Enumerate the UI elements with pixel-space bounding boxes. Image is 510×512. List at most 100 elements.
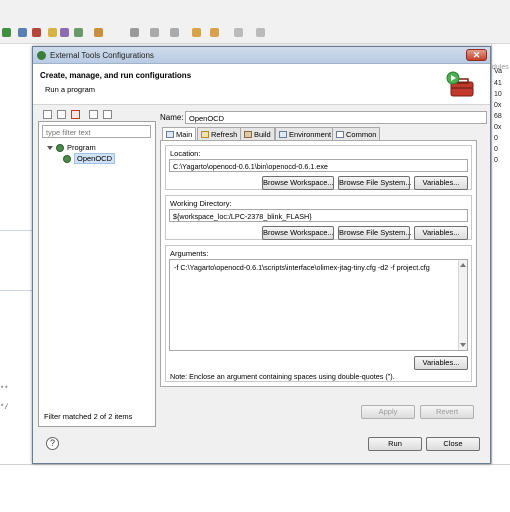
nav-icon[interactable]: [170, 28, 179, 37]
name-input[interactable]: OpenOCD: [185, 111, 487, 124]
divider: [0, 230, 33, 231]
tree-label: Program: [67, 143, 96, 152]
location-variables-button[interactable]: Variables...: [414, 176, 468, 190]
tab-main[interactable]: Main: [162, 127, 197, 141]
run-button[interactable]: Run: [368, 437, 422, 451]
run-icon[interactable]: [2, 28, 11, 37]
pen-icon[interactable]: [94, 28, 103, 37]
tree-label: OpenOCD: [74, 153, 116, 164]
location-label: Location:: [170, 149, 201, 158]
filter-status: Filter matched 2 of 2 items: [44, 412, 133, 421]
tree-item-openocd[interactable]: OpenOCD: [63, 153, 116, 164]
tab-label: Common: [346, 130, 377, 139]
nav-icon[interactable]: [256, 28, 265, 37]
arguments-text: -f C:\Yagarto\openocd-0.6.1\scripts\inte…: [174, 263, 430, 272]
location-input[interactable]: C:\Yagarto\openocd-0.6.1\bin\openocd-0.6…: [169, 159, 468, 172]
tab-common[interactable]: Common: [332, 127, 381, 140]
nav-icon[interactable]: [130, 28, 139, 37]
build-icon: [244, 131, 252, 138]
location-group: Location: C:\Yagarto\openocd-0.6.1\bin\o…: [165, 145, 472, 190]
banner-subtitle: Run a program: [45, 85, 96, 94]
tab-build[interactable]: Build: [240, 127, 275, 140]
nav-icon[interactable]: [234, 28, 243, 37]
main-tab-content: Location: C:\Yagarto\openocd-0.6.1\bin\o…: [160, 140, 477, 387]
apply-button[interactable]: Apply: [361, 405, 415, 419]
table-cell: 0x: [494, 102, 502, 109]
forward-arrow-icon[interactable]: [210, 28, 219, 37]
delete-icon[interactable]: [71, 110, 80, 119]
revert-button[interactable]: Revert: [420, 405, 474, 419]
workdir-variables-button[interactable]: Variables...: [414, 226, 468, 240]
table-cell: 0x: [494, 124, 502, 131]
scroll-down-icon[interactable]: [460, 343, 466, 347]
filter-icon[interactable]: [103, 110, 112, 119]
location-browse-filesystem-button[interactable]: Browse File System...: [338, 176, 412, 190]
tab-environment[interactable]: Environment: [275, 127, 336, 140]
config-tree-panel: type filter text Program OpenOCD Filter …: [38, 121, 156, 427]
close-window-button[interactable]: ✕: [466, 49, 487, 61]
tree-category-program[interactable]: Program: [47, 143, 96, 153]
background-variables-panel: dules Va 41 10 0x 68 0x 0 0 0: [491, 44, 510, 464]
folder-icon[interactable]: [48, 28, 57, 37]
tab-label: Main: [176, 130, 193, 139]
dialog-titlebar[interactable]: External Tools Configurations ✕: [33, 47, 490, 64]
dialog-title: External Tools Configurations: [50, 51, 154, 60]
environment-icon: [279, 131, 287, 138]
program-config-icon: [63, 155, 71, 164]
banner-title: Create, manage, and run configurations: [40, 71, 192, 80]
working-directory-label: Working Directory:: [170, 199, 232, 208]
refresh-icon: [201, 131, 209, 138]
arguments-group: Arguments: -f C:\Yagarto\openocd-0.6.1\s…: [165, 245, 472, 382]
arguments-scrollbar[interactable]: [458, 260, 467, 350]
nav-icon[interactable]: [150, 28, 159, 37]
table-cell: Va: [494, 68, 503, 75]
workbench-status-area: [0, 464, 510, 512]
expand-triangle-icon[interactable]: [47, 146, 53, 151]
package-icon[interactable]: [60, 28, 69, 37]
workdir-browse-filesystem-button[interactable]: Browse File System...: [338, 226, 412, 240]
table-cell: 10: [494, 91, 502, 98]
search-icon[interactable]: [74, 28, 83, 37]
arguments-variables-button[interactable]: Variables...: [414, 356, 468, 370]
arguments-note: Note: Enclose an argument containing spa…: [170, 372, 395, 381]
close-button[interactable]: Close: [426, 437, 480, 451]
back-arrow-icon[interactable]: [192, 28, 201, 37]
new-config-icon[interactable]: [43, 110, 52, 119]
tab-label: Environment: [289, 130, 332, 139]
arguments-textarea[interactable]: -f C:\Yagarto\openocd-0.6.1\scripts\inte…: [169, 259, 468, 351]
table-cell: 0: [494, 146, 498, 153]
table-cell: 0: [494, 135, 498, 142]
tab-label: Refresh: [211, 130, 238, 139]
table-cell: 0: [494, 157, 498, 164]
code-fragment: **: [0, 386, 9, 394]
dialog-banner: Create, manage, and run configurations R…: [33, 64, 490, 105]
location-browse-workspace-button[interactable]: Browse Workspace...: [262, 176, 334, 190]
arguments-label: Arguments:: [170, 249, 209, 258]
tab-refresh[interactable]: Refresh: [197, 127, 242, 140]
main-tab-icon: [166, 131, 174, 138]
scroll-up-icon[interactable]: [460, 263, 466, 267]
common-icon: [336, 131, 344, 138]
debug-icon[interactable]: [18, 28, 27, 37]
workbench-toolbar: [0, 0, 510, 44]
config-tabs: Main Refresh Build Environment Common: [160, 127, 490, 141]
help-icon[interactable]: ?: [46, 437, 59, 450]
code-fragment: */: [0, 404, 9, 412]
table-cell: 68: [494, 113, 502, 120]
external-tools-icon[interactable]: [32, 28, 41, 37]
config-toolbar: [41, 108, 151, 121]
workdir-browse-workspace-button[interactable]: Browse Workspace...: [262, 226, 334, 240]
divider: [0, 290, 33, 291]
external-tools-dialog: External Tools Configurations ✕ Create, …: [32, 46, 491, 464]
table-cell: 41: [494, 80, 502, 87]
collapse-all-icon[interactable]: [89, 110, 98, 119]
name-label: Name:: [160, 113, 184, 122]
tab-label: Build: [254, 130, 271, 139]
working-directory-group: Working Directory: ${workspace_loc:/LPC-…: [165, 195, 472, 240]
filter-input[interactable]: type filter text: [42, 125, 151, 138]
duplicate-icon[interactable]: [57, 110, 66, 119]
toolbox-icon: [446, 71, 474, 97]
external-tools-icon: [37, 51, 46, 60]
program-icon: [56, 144, 64, 153]
working-directory-input[interactable]: ${workspace_loc:/LPC-2378_blink_FLASH}: [169, 209, 468, 222]
